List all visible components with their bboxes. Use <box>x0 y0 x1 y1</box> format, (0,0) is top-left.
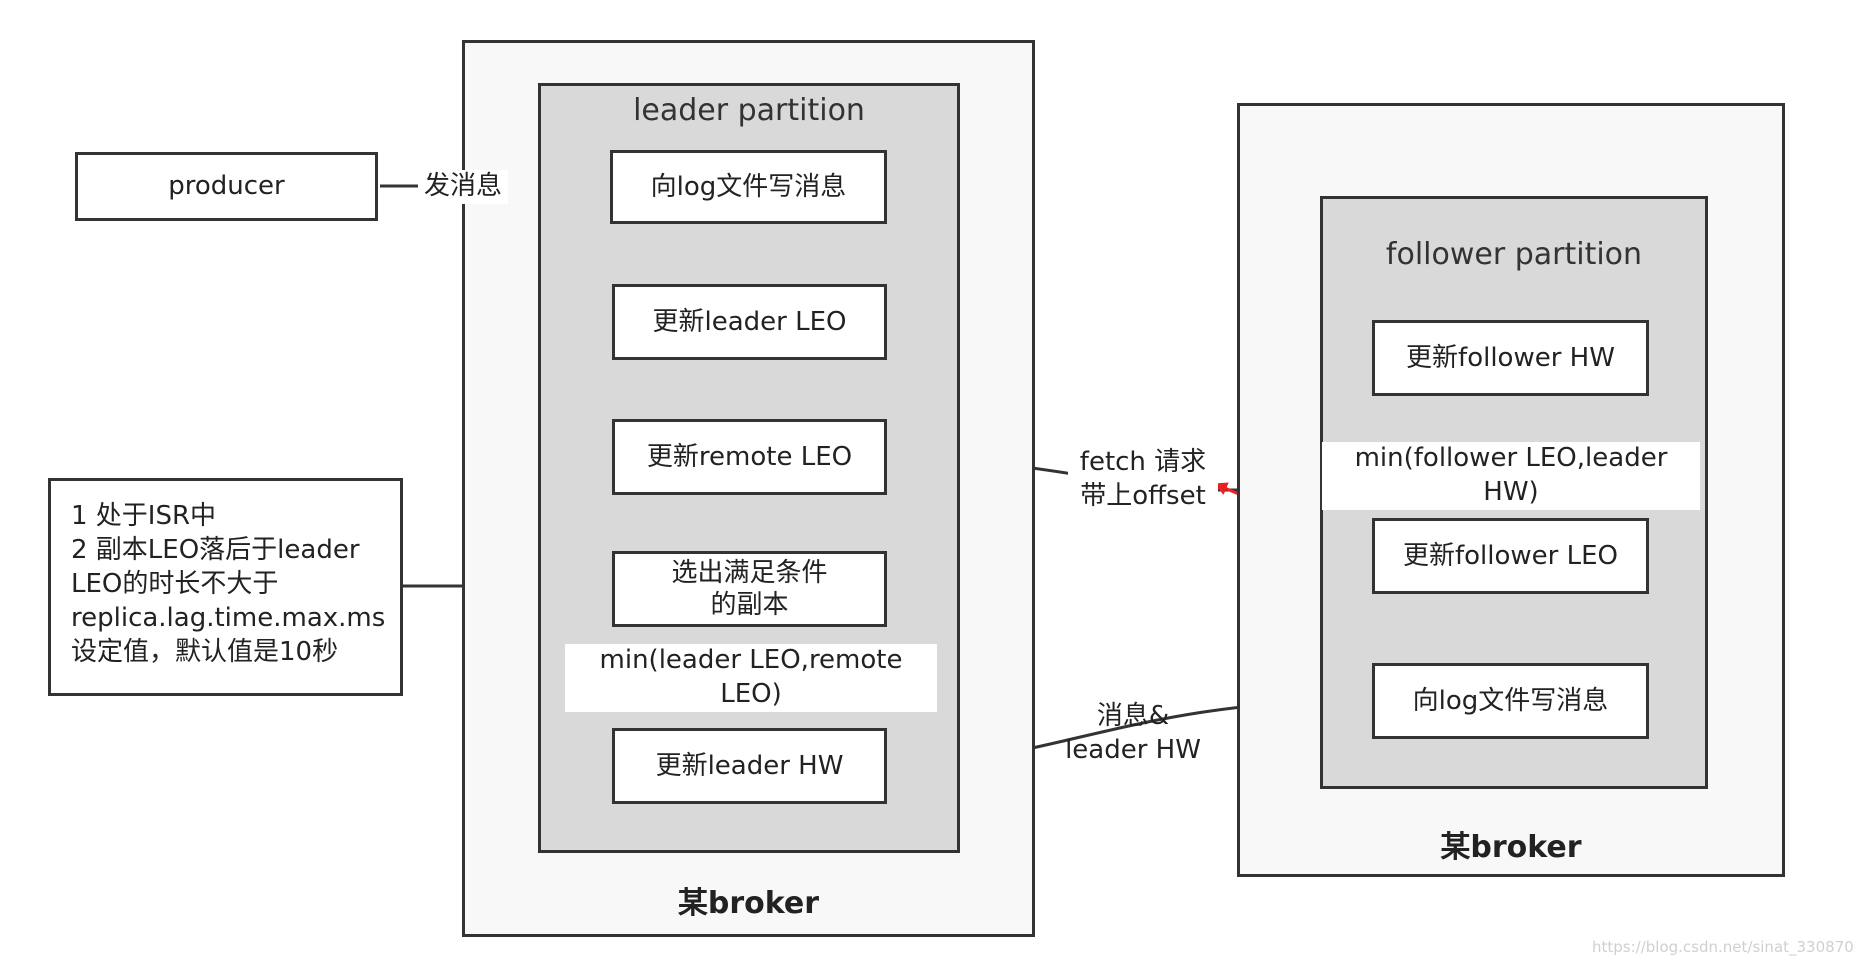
follower-step-write-log: 向log文件写消息 <box>1372 663 1649 739</box>
leader-step-update-leo: 更新leader LEO <box>612 284 887 360</box>
isr-condition-note: 1 处于ISR中 2 副本LEO落后于leader LEO的时长不大于 repl… <box>48 478 403 696</box>
follower-partition-title: follower partition <box>1385 237 1643 272</box>
fetch-request-label: fetch 请求 带上offset <box>1068 446 1218 514</box>
watermark: https://blog.csdn.net/sinat_33087001 <box>1592 938 1855 956</box>
producer-edge-label: 发消息 <box>418 170 508 204</box>
leader-step-select-replicas: 选出满足条件 的副本 <box>612 551 887 627</box>
leader-step-update-remote-leo: 更新remote LEO <box>612 419 887 495</box>
follower-step-update-hw: 更新follower HW <box>1372 320 1649 396</box>
leader-step-write-log: 向log文件写消息 <box>610 150 887 224</box>
left-broker-label: 某broker <box>677 886 820 921</box>
follower-step-update-leo: 更新follower LEO <box>1372 518 1649 594</box>
leader-hw-formula: min(leader LEO,remote LEO) <box>565 644 937 712</box>
producer-box: producer <box>75 152 378 221</box>
right-broker-label: 某broker <box>1440 830 1582 865</box>
follower-hw-formula: min(follower LEO,leader HW) <box>1322 442 1700 510</box>
leader-step-update-hw: 更新leader HW <box>612 728 887 804</box>
diagram-canvas: leader partition 某broker 向log文件写消息 更新lea… <box>0 0 1855 966</box>
message-and-hw-label: 消息& leader HW <box>1065 701 1201 765</box>
leader-partition-title: leader partition <box>633 93 865 128</box>
